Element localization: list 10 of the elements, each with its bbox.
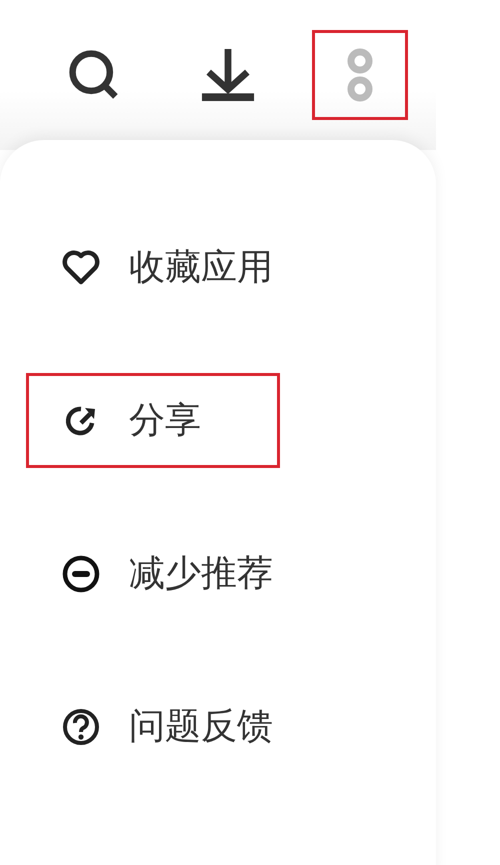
menu-item[interactable]: 收藏应用 <box>26 220 306 315</box>
help-icon <box>61 706 101 746</box>
more-icon <box>346 46 374 104</box>
menu-item[interactable]: 分享 <box>26 373 280 468</box>
minus-circle-icon <box>61 554 101 594</box>
download-icon <box>201 46 255 104</box>
menu-item[interactable]: 问题反馈 <box>26 679 306 774</box>
menu-item[interactable]: 减少推荐 <box>26 526 306 621</box>
heart-icon <box>61 250 101 286</box>
more-button[interactable] <box>312 30 408 120</box>
